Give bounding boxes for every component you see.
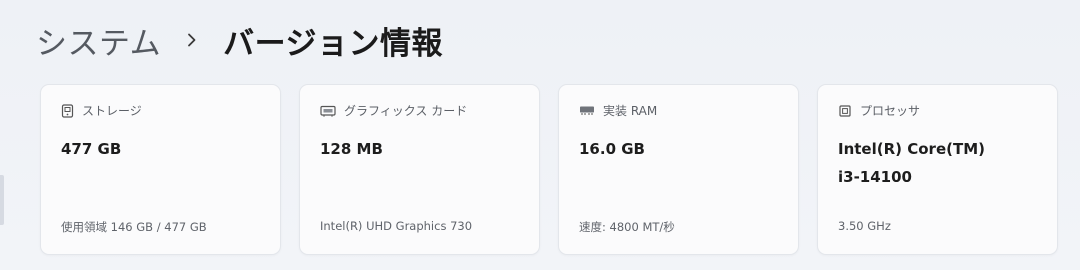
storage-icon: [61, 103, 74, 118]
ram-value: 16.0 GB: [579, 140, 645, 158]
ram-card-header: 実装 RAM: [579, 102, 657, 119]
processor-card[interactable]: プロセッサ Intel(R) Core(TM) i3-14100 3.50 GH…: [817, 84, 1058, 255]
graphics-card-value: 128 MB: [320, 140, 383, 158]
processor-icon: [838, 104, 852, 118]
graphics-card-header: グラフィックス カード: [320, 102, 467, 119]
storage-card-header: ストレージ: [61, 102, 142, 119]
page-title: バージョン情報: [223, 25, 443, 62]
graphics-card-label: グラフィックス カード: [344, 104, 468, 118]
ram-label: 実装 RAM: [603, 104, 658, 118]
ram-detail: 速度: 4800 MT/秒: [579, 220, 675, 234]
processor-card-header: プロセッサ: [838, 102, 920, 119]
breadcrumb: システム バージョン情報: [36, 18, 443, 62]
breadcrumb-system-link[interactable]: システム: [36, 18, 161, 63]
chevron-right-icon: [187, 33, 197, 47]
processor-detail: 3.50 GHz: [838, 219, 891, 233]
ram-icon: [579, 105, 595, 116]
ram-card[interactable]: 実装 RAM 16.0 GB 速度: 4800 MT/秒: [558, 84, 799, 255]
processor-value: Intel(R) Core(TM) i3-14100: [838, 140, 985, 186]
storage-value: 477 GB: [61, 140, 122, 158]
window-edge: [0, 175, 4, 225]
graphics-card-card[interactable]: グラフィックス カード 128 MB Intel(R) UHD Graphics…: [299, 84, 540, 255]
storage-label: ストレージ: [82, 104, 142, 118]
graphics-card-icon: [320, 105, 336, 117]
storage-card[interactable]: ストレージ 477 GB 使用領域 146 GB / 477 GB: [40, 84, 281, 255]
spec-cards: ストレージ 477 GB 使用領域 146 GB / 477 GB グラフィック…: [40, 84, 1058, 255]
processor-label: プロセッサ: [860, 104, 921, 118]
graphics-card-detail: Intel(R) UHD Graphics 730: [320, 219, 473, 233]
storage-detail: 使用領域 146 GB / 477 GB: [61, 220, 207, 234]
